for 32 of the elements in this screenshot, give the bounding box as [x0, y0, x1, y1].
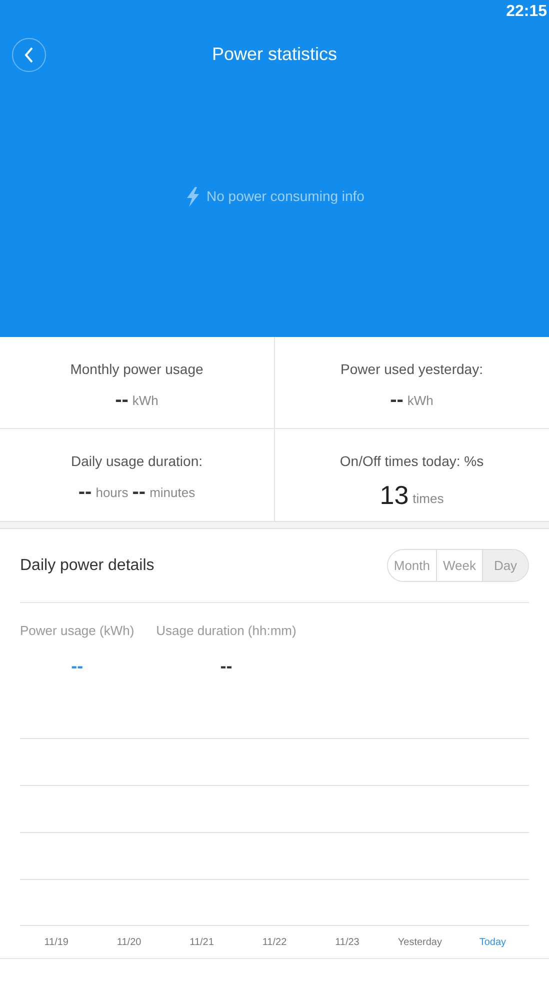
section-title: Daily power details	[20, 556, 154, 576]
stat-value: --	[78, 482, 92, 502]
stat-label: On/Off times today: %s	[340, 452, 484, 471]
lightning-icon	[184, 186, 200, 206]
stat-label: Monthly power usage	[70, 360, 204, 379]
date-label[interactable]: 11/21	[165, 934, 238, 950]
status-time: 22:15	[506, 2, 547, 20]
period-tab[interactable]: Day	[482, 550, 528, 581]
date-label[interactable]: 11/23	[310, 934, 384, 950]
date-label[interactable]: 11/19	[20, 934, 93, 950]
stat-unit: kWh	[407, 392, 434, 410]
stat-label: Power used yesterday:	[340, 360, 483, 379]
stat-value: 13	[380, 482, 409, 508]
back-button[interactable]	[12, 38, 46, 72]
date-label[interactable]: Today	[456, 934, 530, 950]
page-title: Power statistics	[212, 42, 338, 66]
stat-unit: times	[412, 490, 444, 508]
stat-unit: minutes	[150, 484, 196, 502]
date-label[interactable]: Yesterday	[384, 934, 456, 950]
stat-unit: kWh	[132, 392, 158, 410]
metric-label: Usage duration (hh:mm)	[156, 622, 296, 640]
stat-value: --	[132, 482, 146, 502]
stat-value: --	[115, 390, 128, 410]
stat-label: Daily usage duration:	[70, 452, 203, 471]
stat-unit: hours	[96, 484, 128, 502]
date-label[interactable]: 11/20	[92, 934, 166, 950]
date-label[interactable]: 11/22	[238, 934, 311, 950]
metric-value[interactable]: --	[71, 652, 84, 680]
empty-message: No power consuming info	[206, 187, 364, 206]
metric-value[interactable]: --	[220, 652, 232, 680]
stat-value: --	[390, 390, 404, 410]
metric-label: Power usage (kWh)	[20, 622, 134, 640]
